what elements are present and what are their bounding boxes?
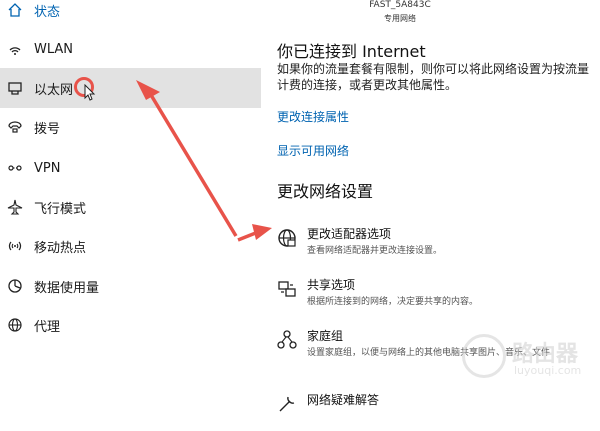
sidebar-item-ethernet[interactable]: 以太网 xyxy=(0,68,261,108)
option-title: 网络疑难解答 xyxy=(307,393,380,407)
globe-icon xyxy=(7,317,23,333)
connection-status-title: 你已连接到 Internet xyxy=(277,42,426,61)
sidebar-item-label: 状态 xyxy=(34,4,61,20)
sidebar-item-label: 移动热点 xyxy=(34,240,87,256)
sharing-options[interactable]: 共享选项 根据所连接到的网络，决定要共享的内容。 xyxy=(270,276,600,316)
sidebar-item-label: 拨号 xyxy=(34,121,61,137)
ethernet-icon xyxy=(7,80,23,96)
option-description: 根据所连接到的网络，决定要共享的内容。 xyxy=(307,297,479,307)
mouse-pointer-icon xyxy=(84,84,96,101)
dialup-icon xyxy=(7,119,23,135)
adapter-icon xyxy=(276,227,298,249)
sidebar-item-mobile-hotspot[interactable]: 移动热点 xyxy=(0,226,261,266)
sidebar-item-vpn[interactable]: VPN xyxy=(0,148,261,188)
troubleshoot-icon xyxy=(276,393,298,415)
sidebar: 状态 WLAN 以太网 拨号 VPN 飞行模式 移动热点 数据使用量 代理 xyxy=(0,0,261,401)
option-title: 更改适配器选项 xyxy=(307,227,392,241)
sidebar-item-label: 代理 xyxy=(34,319,61,335)
change-connection-properties-link[interactable]: 更改连接属性 xyxy=(277,108,349,125)
option-title: 家庭组 xyxy=(307,329,344,343)
sidebar-item-proxy[interactable]: 代理 xyxy=(0,305,261,345)
sidebar-item-label: 数据使用量 xyxy=(34,280,100,296)
sidebar-item-status[interactable]: 状态 xyxy=(0,0,261,30)
change-adapter-options[interactable]: 更改适配器选项 查看网络适配器并更改连接设置。 xyxy=(270,225,600,265)
sidebar-item-airplane-mode[interactable]: 飞行模式 xyxy=(0,187,261,227)
airplane-icon xyxy=(7,199,23,215)
home-icon xyxy=(7,2,23,18)
sidebar-item-data-usage[interactable]: 数据使用量 xyxy=(0,266,261,306)
option-description: 查看网络适配器并更改连接设置。 xyxy=(307,246,443,256)
sharing-icon xyxy=(276,278,298,300)
watermark-logo: 路由器 luyouqi.com xyxy=(462,330,600,390)
change-network-settings-title: 更改网络设置 xyxy=(277,182,374,201)
show-available-networks-link[interactable]: 显示可用网络 xyxy=(277,142,349,159)
network-ssid: FAST_5A843C xyxy=(369,0,431,10)
vpn-icon xyxy=(7,160,23,176)
wifi-icon xyxy=(7,41,23,57)
watermark-circle xyxy=(462,334,506,378)
option-title: 共享选项 xyxy=(307,278,356,292)
sidebar-item-label: WLAN xyxy=(34,41,74,57)
sidebar-item-label: VPN xyxy=(34,160,61,176)
connection-status-description: 如果你的流量套餐有限制，则你可以将此网络设置为按流量计费的连接，或者更改其他属性… xyxy=(277,62,590,92)
network-troubleshooter-option[interactable]: 网络疑难解答 xyxy=(270,391,600,431)
data-usage-icon xyxy=(7,278,23,294)
hotspot-icon xyxy=(7,238,23,254)
sidebar-item-dialup[interactable]: 拨号 xyxy=(0,107,261,147)
sidebar-item-label: 飞行模式 xyxy=(34,201,87,217)
sidebar-item-wlan[interactable]: WLAN xyxy=(0,29,261,69)
homegroup-icon xyxy=(276,329,298,351)
network-type: 专用网络 xyxy=(384,14,416,23)
sidebar-item-label: 以太网 xyxy=(34,82,74,98)
watermark-subtext: luyouqi.com xyxy=(514,364,582,377)
